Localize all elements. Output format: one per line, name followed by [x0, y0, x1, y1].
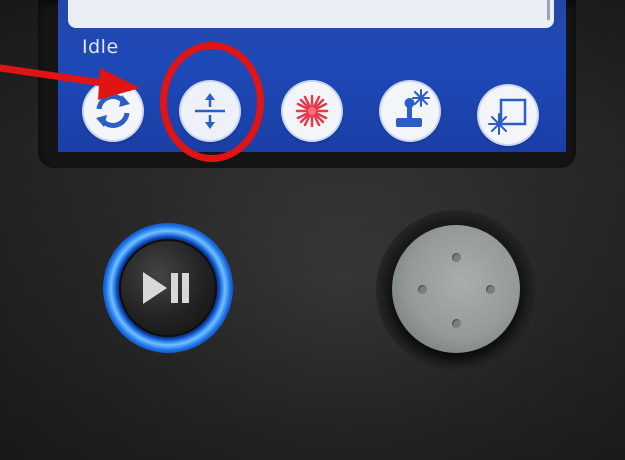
joystick[interactable] — [392, 225, 520, 353]
frame-button[interactable] — [479, 86, 537, 144]
play-pause-icon — [143, 272, 189, 304]
laser-button[interactable] — [283, 82, 341, 140]
joystick-dot-left — [418, 285, 427, 294]
annotation-arrow — [0, 64, 140, 100]
joystick-dot-down — [452, 319, 461, 328]
frame-laser-icon — [488, 98, 527, 135]
play-pause-button[interactable] — [121, 241, 215, 335]
joystick-laser-icon — [396, 89, 430, 127]
screen-top-area — [68, 0, 554, 28]
highlight-circle — [160, 42, 264, 162]
joystick-dot-right — [486, 285, 495, 294]
laser-burst-icon — [295, 94, 329, 128]
scrollbar[interactable] — [547, 0, 550, 20]
laser-jog-button[interactable] — [381, 82, 439, 140]
joystick-dot-up — [452, 253, 461, 262]
